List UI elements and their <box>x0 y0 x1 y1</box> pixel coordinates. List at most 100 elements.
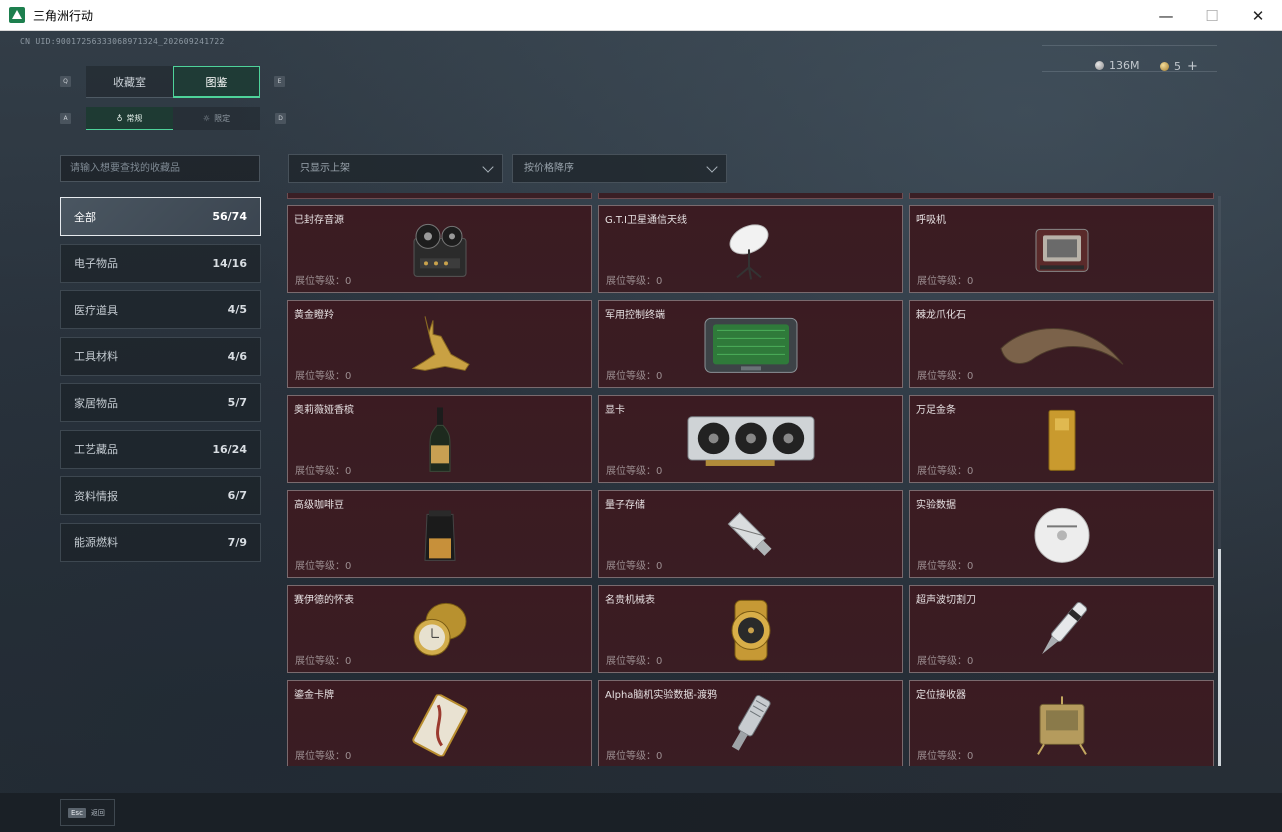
item-card[interactable]: 黄金瞪羚 展位等级：0 <box>287 300 592 388</box>
esc-key-hint: Esc <box>68 807 86 818</box>
category-energy[interactable]: 能源燃料 7/9 <box>60 522 261 562</box>
key-hint-a: A <box>60 113 71 124</box>
item-level: 展位等级：0 <box>295 466 352 477</box>
item-card[interactable]: 显卡 展位等级：0 <box>598 395 903 483</box>
item-level: 展位等级：0 <box>917 656 974 667</box>
gold-coin-icon <box>1160 62 1169 71</box>
gps-receiver-icon <box>997 691 1127 759</box>
item-name: 万足金条 <box>916 405 956 416</box>
item-name: 赛伊德的怀表 <box>294 595 354 606</box>
search-input[interactable]: 请输入想要查找的收藏品 <box>60 155 260 182</box>
item-level: 展位等级：0 <box>606 751 663 762</box>
item-card[interactable]: Alpha脑机实验数据-渡鸦 展位等级：0 <box>598 680 903 766</box>
category-crafts[interactable]: 工艺藏品 16/24 <box>60 429 261 469</box>
bottom-bar <box>0 793 1282 832</box>
category-all[interactable]: 全部 56/74 <box>60 197 261 236</box>
category-electronics[interactable]: 电子物品 14/16 <box>60 243 261 283</box>
sub-tabs: ♁ 常规 ☼ 限定 <box>86 107 260 130</box>
item-level: 展位等级：0 <box>606 371 663 382</box>
item-grid: 已封存音源 展位等级：0 G.T.I卫星通信天线 展位等级：0 呼吸机 展位等级… <box>287 205 1214 766</box>
subtab-regular[interactable]: ♁ 常规 <box>86 107 173 130</box>
game-viewport: CN UID:9001725633306897132​4_2026092417​… <box>0 31 1282 832</box>
category-count: 5/7 <box>227 396 247 409</box>
item-level: 展位等级：0 <box>606 656 663 667</box>
shelf-filter-value: 只显示上架 <box>300 163 350 174</box>
add-currency-button[interactable]: + <box>1187 59 1198 74</box>
item-name: 显卡 <box>605 405 625 416</box>
category-intel[interactable]: 资料情报 6/7 <box>60 476 261 515</box>
item-name: G.T.I卫星通信天线 <box>605 215 687 226</box>
item-card[interactable]: 棘龙爪化石 展位等级：0 <box>909 300 1214 388</box>
disc-icon <box>997 501 1127 569</box>
category-count: 16/24 <box>212 442 247 456</box>
item-level: 展位等级：0 <box>295 371 352 382</box>
category-count: 4/6 <box>227 349 247 363</box>
item-card[interactable]: 赛伊德的怀表 展位等级：0 <box>287 585 592 673</box>
item-card[interactable]: 军用控制终端 展位等级：0 <box>598 300 903 388</box>
key-hint-e: E <box>274 76 285 87</box>
item-card[interactable]: 奥莉薇娅香槟 展位等级：0 <box>287 395 592 483</box>
item-level: 展位等级：0 <box>606 466 663 477</box>
subtab-regular-label: 常规 <box>126 114 143 123</box>
item-card[interactable]: 已封存音源 展位等级：0 <box>287 205 592 293</box>
shelf-filter-dropdown[interactable]: 只显示上架 <box>288 154 503 183</box>
item-level: 展位等级：0 <box>606 561 663 572</box>
maximize-button[interactable]: ☐ <box>1189 0 1235 31</box>
category-list: 全部 56/74 电子物品 14/16 医疗道具 4/5 工具材料 4/6 家居… <box>60 197 261 569</box>
item-name: 定位接收器 <box>916 690 966 701</box>
close-button[interactable]: ✕ <box>1235 0 1281 31</box>
category-count: 56/74 <box>212 210 247 223</box>
window-title: 三角洲行动 <box>33 8 94 23</box>
data-module-icon <box>686 691 816 759</box>
usb-drive-icon <box>686 501 816 569</box>
claw-fossil-icon <box>997 311 1127 379</box>
sort-value: 按价格降序 <box>524 163 574 174</box>
item-card[interactable]: 鎏金卡牌 展位等级：0 <box>287 680 592 766</box>
regular-icon: ♁ <box>116 114 123 123</box>
item-level: 展位等级：0 <box>917 466 974 477</box>
item-card[interactable]: G.T.I卫星通信天线 展位等级：0 <box>598 205 903 293</box>
subtab-limited[interactable]: ☼ 限定 <box>173 107 260 130</box>
tab-codex[interactable]: 图鉴 <box>173 66 260 98</box>
chevron-down-icon <box>482 161 494 173</box>
golden-gazelle-icon <box>375 311 505 379</box>
category-count: 14/16 <box>212 256 247 270</box>
category-label: 电子物品 <box>74 257 118 270</box>
item-name: 实验数据 <box>916 500 956 511</box>
category-household[interactable]: 家居物品 5/7 <box>60 383 261 422</box>
item-name: 名贵机械表 <box>605 595 655 606</box>
item-card[interactable]: 实验数据 展位等级：0 <box>909 490 1214 578</box>
gold-bar-icon <box>997 406 1127 474</box>
sort-dropdown[interactable]: 按价格降序 <box>512 154 727 183</box>
item-name: 高级咖啡豆 <box>294 500 344 511</box>
item-name: 奥莉薇娅香槟 <box>294 405 354 416</box>
item-card[interactable]: 高级咖啡豆 展位等级：0 <box>287 490 592 578</box>
item-level: 展位等级：0 <box>917 561 974 572</box>
item-level: 展位等级：0 <box>295 276 352 287</box>
minimize-button[interactable]: — <box>1143 0 1189 31</box>
key-hint-d: D <box>275 113 286 124</box>
item-level: 展位等级：0 <box>295 751 352 762</box>
item-name: 鎏金卡牌 <box>294 690 334 701</box>
item-card[interactable]: 名贵机械表 展位等级：0 <box>598 585 903 673</box>
item-card[interactable]: 量子存储 展位等级：0 <box>598 490 903 578</box>
tab-collection-room[interactable]: 收藏室 <box>86 66 173 98</box>
item-card[interactable]: 超声波切割刀 展位等级：0 <box>909 585 1214 673</box>
gold-currency[interactable]: 5 + <box>1160 59 1198 74</box>
item-card[interactable]: 定位接收器 展位等级：0 <box>909 680 1214 766</box>
category-medical[interactable]: 医疗道具 4/5 <box>60 290 261 329</box>
satellite-dish-icon <box>686 216 816 284</box>
key-hint-q: Q <box>60 76 71 87</box>
silver-coin-icon <box>1095 61 1104 70</box>
item-level: 展位等级：0 <box>606 276 663 287</box>
grid-scrollbar-thumb[interactable] <box>1218 549 1221 766</box>
category-label: 能源燃料 <box>74 536 118 549</box>
item-level: 展位等级：0 <box>295 656 352 667</box>
back-button[interactable]: Esc 返回 <box>60 799 115 826</box>
category-count: 7/9 <box>227 535 247 549</box>
item-card[interactable]: 呼吸机 展位等级：0 <box>909 205 1214 293</box>
item-card[interactable]: 万足金条 展位等级：0 <box>909 395 1214 483</box>
ventilator-icon <box>997 216 1127 284</box>
category-tools[interactable]: 工具材料 4/6 <box>60 336 261 376</box>
category-label: 全部 <box>74 210 96 224</box>
